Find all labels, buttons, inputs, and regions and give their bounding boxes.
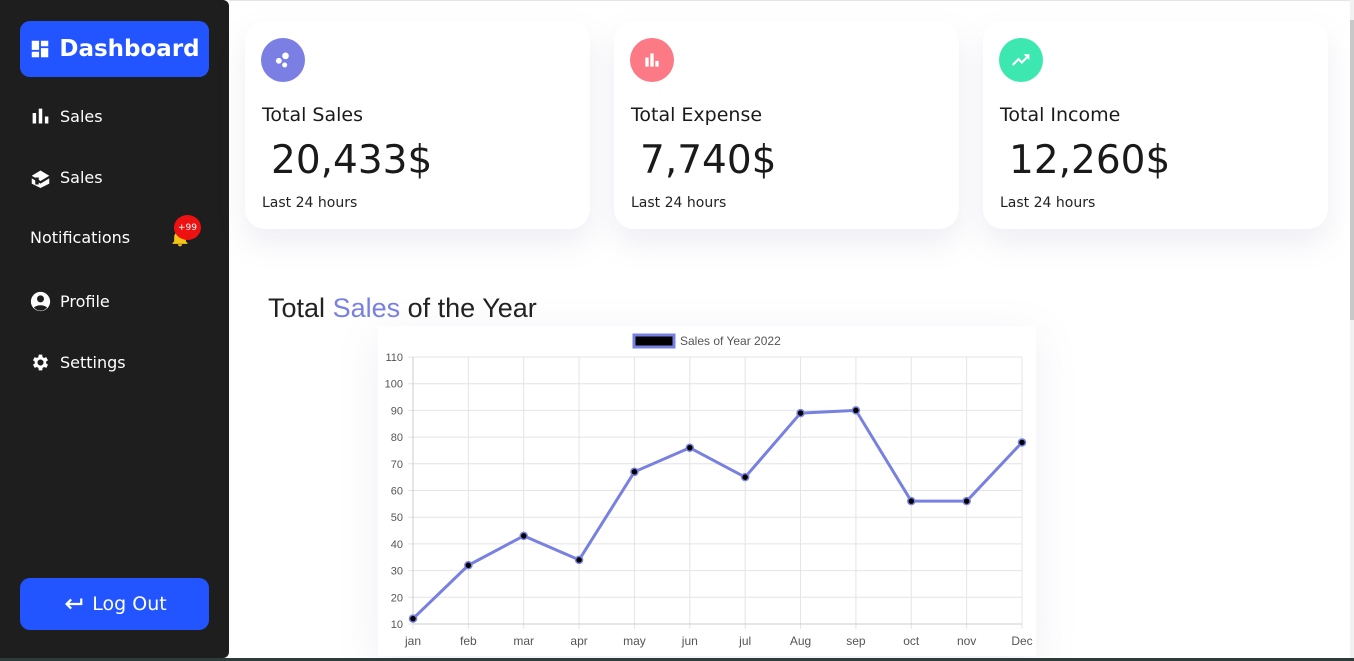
card-total-sales: Total Sales 20,433$ Last 24 hours	[245, 21, 590, 229]
y-tick-label: 90	[391, 405, 403, 417]
sidebar-item-sales[interactable]: Sales	[30, 106, 103, 127]
data-point	[685, 443, 695, 453]
x-tick-label: mar	[513, 634, 534, 648]
x-tick-label: jan	[404, 634, 421, 648]
dashboard-icon	[32, 40, 49, 58]
return-arrow-icon	[65, 598, 83, 610]
card-value: 12,260$	[1009, 138, 1171, 183]
logout-button[interactable]: Log Out	[20, 578, 209, 630]
sidebar-item-profile[interactable]: Profile	[30, 291, 110, 312]
x-tick-label: oct	[903, 634, 920, 648]
sidebar-item-sales-2[interactable]: Sales	[30, 167, 103, 188]
sidebar-item-settings[interactable]: Settings	[30, 352, 126, 373]
section-title-start: Total	[268, 293, 326, 323]
x-tick-label: nov	[957, 634, 976, 648]
section-title-end: of the Year	[407, 293, 537, 323]
sidebar-item-label: Sales	[60, 168, 103, 187]
data-point	[408, 614, 418, 623]
trending-up-icon	[1011, 54, 1030, 66]
legend-swatch	[632, 333, 676, 349]
top-border	[229, 0, 1354, 1]
card-subtitle: Last 24 hours	[631, 195, 727, 211]
sidebar: Dashboard Sales Sales Notifications +99 …	[0, 0, 229, 658]
box-icon	[31, 170, 50, 188]
dashboard-label: Dashboard	[59, 36, 200, 62]
card-value: 7,740$	[640, 138, 777, 183]
bar-chart-icon	[645, 53, 659, 67]
card-title: Total Sales	[262, 104, 363, 126]
y-tick-label: 80	[391, 432, 403, 444]
logout-label: Log Out	[92, 593, 167, 615]
sidebar-item-label: Sales	[60, 107, 103, 126]
card-total-expense: Total Expense 7,740$ Last 24 hours	[614, 21, 959, 229]
y-tick-label: 70	[391, 459, 403, 471]
user-circle-icon	[30, 291, 51, 312]
data-point	[630, 467, 639, 477]
y-tick-label: 60	[391, 486, 403, 498]
x-tick-label: Aug	[790, 634, 811, 648]
sales-chart-container: 10 20 30 40 50 60 70 80 90 100 110 jan feb mar apr may j…	[378, 326, 1036, 656]
sales-line-chart: 10 20 30 40 50 60 70 80 90 100 110 jan feb mar apr may j…	[385, 333, 1033, 648]
x-tick-label: jul	[738, 634, 751, 648]
scrollbar[interactable]	[1350, 0, 1354, 661]
card-subtitle: Last 24 hours	[1000, 195, 1096, 211]
data-point	[1017, 438, 1027, 447]
y-tick-label: 30	[391, 566, 403, 578]
card-title: Total Income	[1000, 104, 1121, 126]
legend-label: Sales of Year 2022	[680, 334, 781, 348]
x-tick-label: may	[623, 634, 646, 648]
series-line	[411, 408, 1024, 620]
y-tick-label: 40	[391, 539, 403, 551]
data-point	[574, 555, 584, 565]
data-point	[464, 561, 473, 570]
data-point	[796, 408, 805, 418]
x-tick-label: sep	[846, 634, 866, 648]
y-tick-label: 10	[391, 619, 403, 631]
data-point	[962, 496, 971, 506]
section-title: Total Sales of the Year	[268, 293, 537, 324]
y-tick-label: 50	[391, 512, 403, 524]
y-tick-label: 20	[391, 592, 403, 604]
data-point	[519, 531, 528, 541]
data-point	[851, 406, 861, 415]
bar-chart-icon	[32, 108, 49, 124]
sidebar-item-notifications[interactable]: Notifications	[30, 228, 130, 247]
gear-icon	[32, 354, 49, 371]
sidebar-item-label: Profile	[60, 292, 110, 311]
sidebar-item-label: Notifications	[30, 228, 131, 247]
x-tick-label: apr	[570, 634, 587, 648]
y-tick-label: 110	[385, 352, 403, 364]
card-total-income: Total Income 12,260$ Last 24 hours	[983, 21, 1328, 229]
x-tick-label: Dec	[1011, 634, 1032, 648]
data-point	[740, 472, 750, 482]
sidebar-item-label: Settings	[60, 353, 126, 372]
card-icon-circle	[630, 38, 674, 82]
bubbles-icon	[275, 52, 289, 68]
section-title-accent: Sales	[332, 293, 401, 323]
x-tick-label: jun	[681, 634, 698, 648]
x-tick-label: feb	[460, 634, 477, 648]
card-title: Total Expense	[631, 104, 763, 126]
card-icon-circle	[999, 38, 1043, 82]
data-point	[907, 496, 916, 506]
y-tick-label: 100	[385, 379, 403, 391]
card-subtitle: Last 24 hours	[262, 195, 358, 211]
dashboard-button[interactable]: Dashboard	[20, 21, 209, 77]
notification-badge: +99	[174, 215, 201, 240]
scrollbar-thumb[interactable]	[1350, 20, 1354, 320]
card-value: 20,433$	[271, 138, 433, 183]
card-icon-circle	[261, 38, 305, 82]
